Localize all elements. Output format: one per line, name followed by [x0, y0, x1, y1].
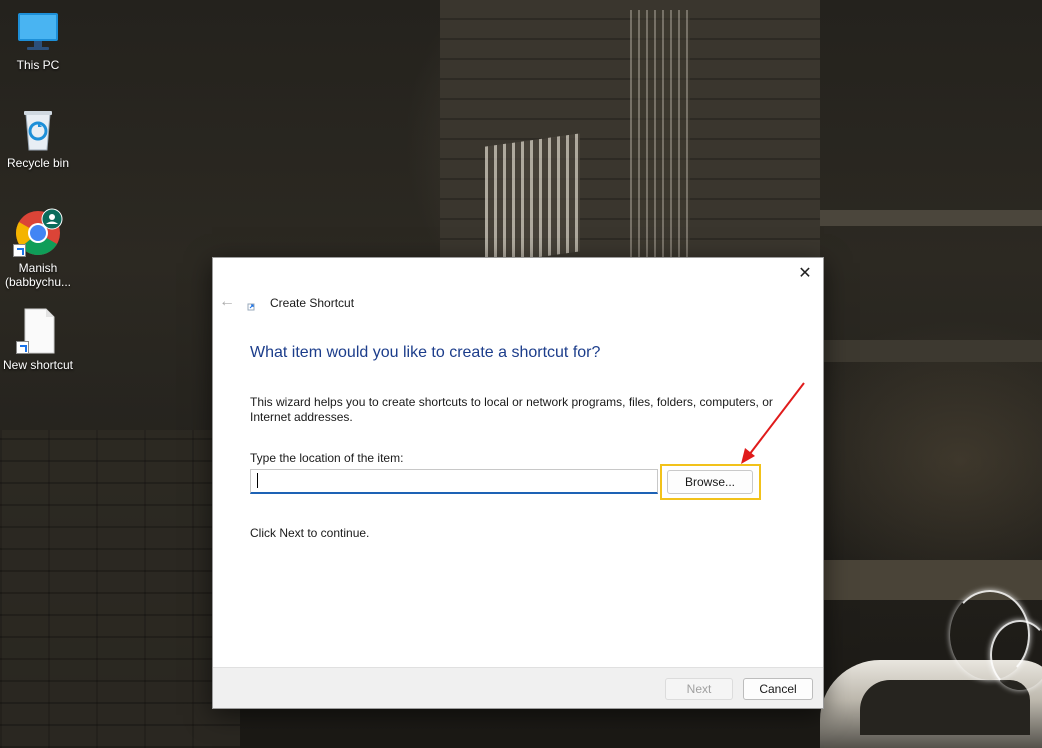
browse-button[interactable]: Browse... [667, 470, 753, 494]
desktop-icon-this-pc[interactable]: This PC [0, 10, 76, 72]
monitor-icon [16, 10, 60, 54]
next-button[interactable]: Next [665, 678, 733, 700]
blank-file-icon [16, 308, 60, 354]
dialog-title: Create Shortcut [270, 296, 355, 310]
wallpaper-vent [485, 133, 580, 265]
wizard-heading: What item would you like to create a sho… [250, 344, 601, 361]
desktop-icon-chrome-profile[interactable]: Manish (babbychu... [0, 207, 76, 289]
recycle-bin-icon [16, 108, 60, 152]
wallpaper-deck [820, 560, 1042, 600]
back-arrow-icon[interactable]: ← [219, 294, 235, 310]
create-shortcut-dialog: ✕ ← Create Shortcut What item would you … [212, 257, 824, 709]
desktop-icon-recycle-bin[interactable]: Recycle bin [0, 108, 76, 170]
shortcut-icon [247, 299, 259, 311]
continue-hint: Click Next to continue. [250, 526, 370, 540]
wallpaper-deck [820, 340, 1042, 362]
wallpaper-brick-wall [0, 430, 240, 748]
shortcut-arrow-icon [16, 341, 29, 354]
location-label: Type the location of the item: [250, 451, 404, 465]
desktop-icon-label: This PC [16, 58, 60, 72]
wallpaper-vent [630, 10, 690, 258]
wallpaper-light-streak [990, 620, 1042, 690]
wallpaper-car-window [860, 680, 1030, 735]
wallpaper-deck [820, 210, 1042, 226]
wizard-description: This wizard helps you to create shortcut… [250, 395, 773, 424]
desktop-icon-label: Manish (babbychu... [4, 261, 72, 289]
dialog-footer: Next Cancel [213, 667, 823, 708]
desktop-icon-new-shortcut[interactable]: New shortcut [0, 308, 76, 372]
location-input[interactable] [250, 469, 658, 494]
chrome-profile-icon [13, 207, 63, 257]
desktop-icon-label: Recycle bin [6, 156, 70, 170]
cancel-button[interactable]: Cancel [743, 678, 813, 700]
desktop-icon-label: New shortcut [2, 358, 74, 372]
text-caret [257, 473, 258, 488]
shortcut-arrow-icon [13, 244, 26, 257]
close-button[interactable]: ✕ [795, 264, 815, 284]
